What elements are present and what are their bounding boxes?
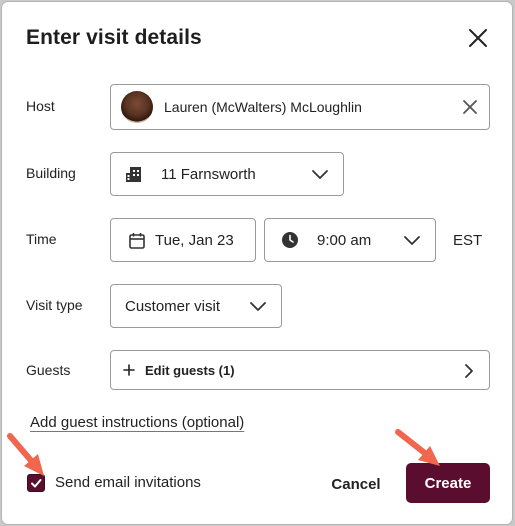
chevron-down-icon <box>312 170 328 179</box>
close-icon <box>469 29 487 47</box>
checkmark-icon <box>31 479 42 488</box>
cancel-button[interactable]: Cancel <box>320 465 392 503</box>
calendar-icon <box>129 232 145 249</box>
plus-icon <box>123 364 135 376</box>
chevron-right-icon <box>465 364 473 378</box>
visit-type-select[interactable]: Customer visit <box>110 284 282 328</box>
add-guest-instructions-link[interactable]: Add guest instructions (optional) <box>30 414 244 431</box>
avatar <box>121 91 153 123</box>
clock-icon <box>282 232 298 248</box>
building-icon <box>126 167 141 182</box>
guests-label: Guests <box>26 362 71 378</box>
close-button[interactable] <box>466 26 490 50</box>
host-field[interactable]: Lauren (McWalters) McLoughlin <box>110 84 490 130</box>
timezone-label: EST <box>453 232 483 249</box>
date-value: Tue, Jan 23 <box>155 231 234 249</box>
building-select[interactable]: 11 Farnsworth <box>110 152 344 196</box>
time-label: Time <box>26 231 57 247</box>
edit-guests-button[interactable]: Edit guests (1) <box>110 350 490 390</box>
date-picker[interactable]: Tue, Jan 23 <box>110 218 256 262</box>
send-email-checkbox[interactable] <box>27 474 45 492</box>
dialog-title: Enter visit details <box>26 26 202 49</box>
chevron-down-icon <box>250 302 266 311</box>
time-select[interactable]: 9:00 am <box>264 218 436 262</box>
host-name: Lauren (McWalters) McLoughlin <box>164 99 362 115</box>
edit-guests-label: Edit guests (1) <box>145 362 235 378</box>
building-label: Building <box>26 165 76 181</box>
visit-type-label: Visit type <box>26 297 83 313</box>
building-value: 11 Farnsworth <box>161 165 256 183</box>
time-value: 9:00 am <box>317 231 372 249</box>
visit-details-dialog: Enter visit details Host Lauren (McWalte… <box>2 2 512 524</box>
clear-icon <box>463 100 477 114</box>
create-button[interactable]: Create <box>406 463 490 503</box>
chevron-down-icon <box>404 236 420 245</box>
clear-host-button[interactable] <box>461 98 479 116</box>
host-label: Host <box>26 98 55 114</box>
visit-type-value: Customer visit <box>125 297 221 315</box>
send-email-label[interactable]: Send email invitations <box>55 474 201 491</box>
